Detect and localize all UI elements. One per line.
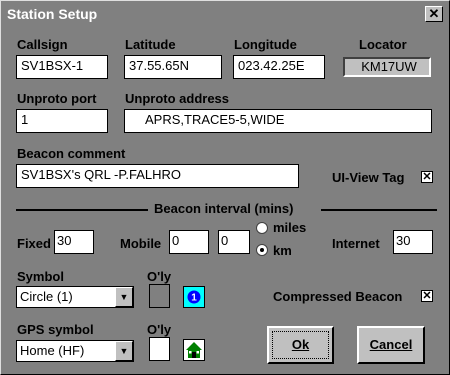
gps-symbol-label: GPS symbol [17, 322, 94, 337]
beacon-interval-label: Beacon interval (mins) [154, 201, 294, 216]
symbol-select[interactable]: Circle (1) ▼ [16, 286, 134, 308]
locator-label: Locator [359, 37, 407, 52]
beacon-comment-label: Beacon comment [17, 146, 126, 161]
ok-button[interactable]: Ok [267, 326, 334, 364]
unproto-port-field[interactable]: 1 [16, 109, 108, 133]
cancel-button[interactable]: Cancel [357, 326, 425, 364]
longitude-field[interactable]: 023.42.25E [233, 55, 325, 79]
chevron-down-icon[interactable]: ▼ [115, 287, 133, 307]
km-radio[interactable] [256, 244, 268, 256]
unproto-address-field[interactable]: APRS,TRACE5-5,WIDE [124, 109, 432, 133]
symbol-label: Symbol [17, 269, 64, 284]
unproto-port-label: Unproto port [17, 91, 97, 106]
beacon-comment-field[interactable]: SV1BSX's QRL -P.FALHRO [16, 164, 299, 188]
unproto-address-label: Unproto address [125, 91, 230, 106]
home-symbol-icon [183, 339, 205, 361]
cancel-button-label: Cancel [369, 337, 413, 352]
station-setup-dialog: Station Setup ✕ Callsign Latitude Longit… [0, 0, 450, 375]
internet-interval-field[interactable]: 30 [393, 230, 433, 254]
ok-button-label: Ok [291, 337, 310, 352]
km-label: km [273, 243, 292, 258]
miles-label: miles [273, 220, 307, 235]
symbol-select-value: Circle (1) [20, 289, 73, 304]
title-bar: Station Setup ✕ [3, 3, 447, 25]
svg-text:1: 1 [191, 293, 197, 304]
overlay-label-1: O'ly [147, 269, 172, 284]
chevron-down-icon[interactable]: ▼ [115, 341, 133, 361]
latitude-field[interactable]: 37.55.65N [124, 55, 222, 79]
callsign-field[interactable]: SV1BSX-1 [16, 55, 108, 79]
window-title: Station Setup [7, 6, 98, 22]
close-icon[interactable]: ✕ [425, 6, 443, 22]
gps-symbol-select[interactable]: Home (HF) ▼ [16, 340, 134, 362]
overlay-box-2[interactable] [149, 337, 170, 361]
miles-radio[interactable] [256, 222, 268, 234]
locator-display: KM17UW [343, 57, 431, 77]
divider-left [16, 209, 148, 211]
uiview-tag-label: UI-View Tag [332, 170, 405, 185]
callsign-label: Callsign [17, 37, 68, 52]
mobile-interval-field-2[interactable]: 0 [218, 230, 250, 254]
fixed-interval-field[interactable]: 30 [54, 230, 94, 254]
gps-symbol-select-value: Home (HF) [20, 343, 85, 358]
internet-label: Internet [332, 236, 380, 251]
longitude-label: Longitude [234, 37, 297, 52]
circle-symbol-icon: 1 [183, 286, 205, 308]
overlay-label-2: O'ly [147, 322, 172, 337]
divider-right [321, 209, 437, 211]
fixed-label: Fixed [17, 236, 51, 251]
compressed-beacon-checkbox[interactable]: ✕ [421, 290, 433, 302]
latitude-label: Latitude [125, 37, 176, 52]
mobile-interval-field-1[interactable]: 0 [169, 230, 209, 254]
mobile-label: Mobile [120, 236, 162, 251]
compressed-beacon-label: Compressed Beacon [273, 289, 403, 304]
uiview-tag-checkbox[interactable]: ✕ [421, 171, 433, 183]
overlay-box-1[interactable] [149, 284, 170, 308]
